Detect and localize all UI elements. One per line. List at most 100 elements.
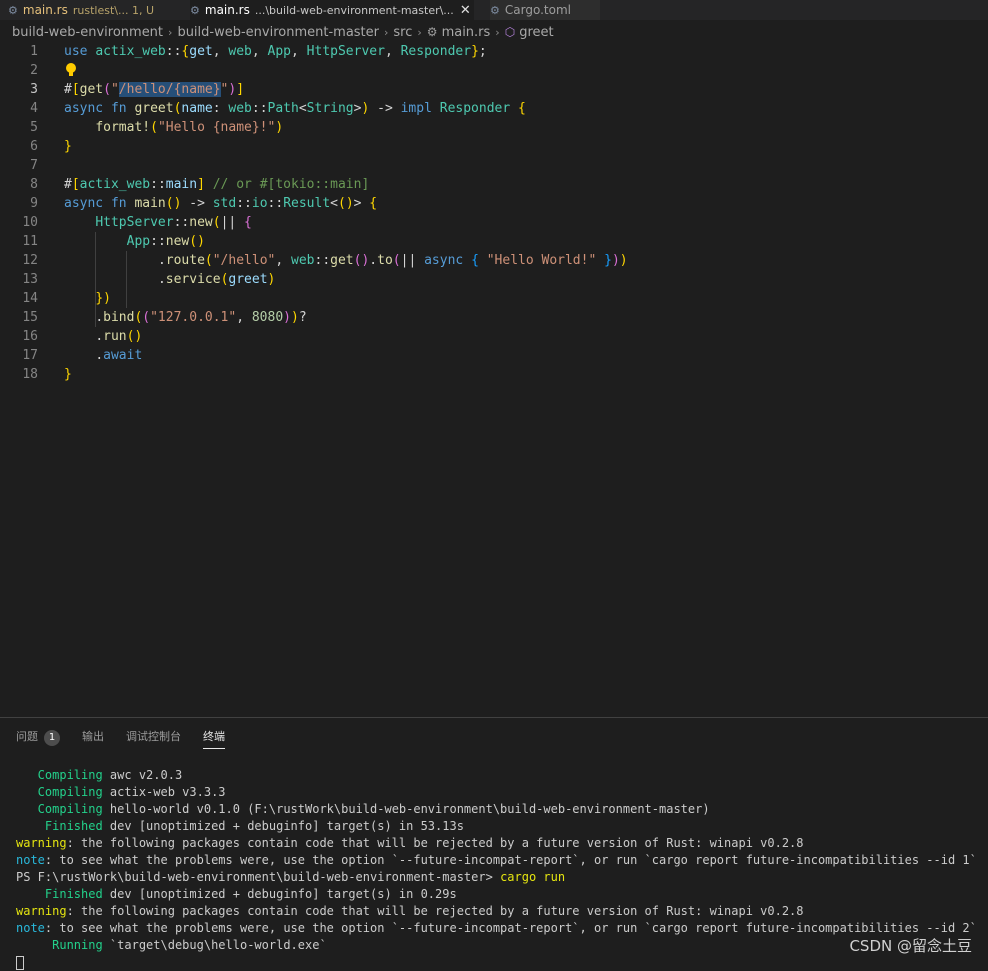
line-number: 16 (22, 329, 38, 344)
chevron-right-icon: › (384, 25, 389, 39)
terminal-line: Finished dev [unoptimized + debuginfo] t… (16, 818, 977, 835)
tab-detail: rustlest\... 1, U (72, 3, 155, 17)
tab-main-rs-active[interactable]: ⚙ main.rs ...\build-web-environment-mast… (190, 0, 474, 20)
terminal-line: Running `target\debug\hello-world.exe` (16, 937, 977, 954)
code-text: async fn main() -> std::io::Result<()> { (64, 196, 378, 211)
terminal-cursor-line[interactable] (16, 954, 977, 971)
terminal-text: hello-world v0.1.0 (F:\rustWork\build-we… (102, 802, 710, 816)
code-text: App::new() (126, 234, 205, 249)
code-line[interactable]: 13 .service(greet) (0, 270, 988, 289)
lightbulb-icon[interactable] (66, 63, 76, 76)
terminal-prefix: warning (16, 836, 67, 850)
terminal-line: Finished dev [unoptimized + debuginfo] t… (16, 886, 977, 903)
tab-cargo-toml[interactable]: ⚙ Cargo.toml (490, 0, 600, 20)
code-line[interactable]: 8 #[actix_web::main] // or #[tokio::main] (0, 175, 988, 194)
code-text: .route("/hello", web::get().to(|| async … (157, 253, 628, 268)
terminal-line: note: to see what the problems were, use… (16, 920, 977, 937)
terminal-text: cargo run (500, 870, 566, 884)
code-line[interactable]: 15 .bind(("127.0.0.1", 8080))? (0, 308, 988, 327)
tab-main-rs-rustlest[interactable]: ⚙ main.rs rustlest\... 1, U (8, 0, 158, 20)
tab-debug-console[interactable]: 调试控制台 (126, 728, 181, 746)
line-number: 17 (22, 348, 38, 363)
line-number: 9 (30, 196, 38, 211)
tab-label: Cargo.toml (504, 3, 571, 17)
code-text: use actix_web::{get, web, App, HttpServe… (64, 44, 487, 59)
chevron-right-icon: › (168, 25, 173, 39)
breadcrumb-item[interactable]: src (393, 25, 412, 40)
rust-icon: ⚙ (426, 25, 438, 39)
line-number: 18 (22, 367, 38, 382)
code-line[interactable]: 3 #[get("/hello/{name}")] (0, 80, 988, 99)
tab-output[interactable]: 输出 (82, 728, 104, 746)
breadcrumb-item[interactable]: main.rs (442, 25, 491, 40)
line-number: 10 (22, 215, 38, 230)
terminal-line: Compiling hello-world v0.1.0 (F:\rustWor… (16, 801, 977, 818)
tab-label: main.rs (22, 3, 68, 17)
breadcrumb-item[interactable]: build-web-environment (12, 25, 163, 40)
code-text: } (64, 139, 72, 154)
terminal-prefix: Compiling (16, 802, 103, 816)
line-number: 3 (30, 82, 38, 97)
tab-label: main.rs (204, 3, 250, 17)
terminal-text: awc v2.0.3 (102, 768, 183, 782)
terminal-output[interactable]: Compiling awc v2.0.3 Compiling actix-web… (16, 767, 977, 971)
terminal-line: warning: the following packages contain … (16, 903, 977, 920)
line-number: 15 (22, 310, 38, 325)
code-line[interactable]: 1 use actix_web::{get, web, App, HttpServ… (0, 42, 988, 61)
editor-tab-bar: ⚙ main.rs rustlest\... 1, U ⚙ main.rs ..… (0, 0, 988, 20)
line-number: 6 (30, 139, 38, 154)
code-line[interactable]: 17 .await (0, 346, 988, 365)
code-line[interactable]: 2 (0, 61, 988, 80)
line-number: 1 (30, 44, 38, 59)
tab-terminal[interactable]: 终端 (203, 728, 225, 749)
code-line[interactable]: 16 .run() (0, 327, 988, 346)
code-line[interactable]: 4 async fn greet(name: web::Path<String>)… (0, 99, 988, 118)
breadcrumb-item[interactable]: build-web-environment-master (177, 25, 379, 40)
tab-label: 终端 (203, 730, 225, 743)
terminal-prefix: warning (16, 904, 67, 918)
code-text: .run() (95, 329, 143, 344)
code-text: }) (95, 291, 111, 306)
code-text: .await (95, 348, 143, 363)
code-text: format!("Hello {name}!") (95, 120, 284, 135)
terminal-line: warning: the following packages contain … (16, 835, 977, 852)
tab-label: 输出 (82, 730, 104, 743)
close-icon[interactable]: ✕ (460, 3, 471, 18)
code-text: .service(greet) (157, 272, 276, 287)
code-line[interactable]: 6} (0, 137, 988, 156)
code-line[interactable]: 9 async fn main() -> std::io::Result<()> … (0, 194, 988, 213)
code-line[interactable]: 18} (0, 365, 988, 384)
line-number: 14 (22, 291, 38, 306)
code-text: } (64, 367, 72, 382)
code-line[interactable]: 12 .route("/hello", web::get().to(|| asy… (0, 251, 988, 270)
rust-icon: ⚙ (8, 3, 18, 17)
code-editor[interactable]: 1 use actix_web::{get, web, App, HttpServ… (0, 42, 988, 717)
rust-icon: ⚙ (190, 3, 200, 17)
chevron-right-icon: › (495, 25, 500, 39)
code-line[interactable]: 10 HttpServer::new(|| { (0, 213, 988, 232)
problems-count-badge: 1 (44, 730, 60, 746)
breadcrumb-item[interactable]: greet (519, 25, 553, 40)
line-number: 11 (22, 234, 38, 249)
code-line[interactable]: 11 App::new() (0, 232, 988, 251)
terminal-text: actix-web v3.3.3 (102, 785, 226, 799)
gear-icon: ⚙ (490, 3, 500, 17)
breadcrumb: build-web-environment › build-web-enviro… (12, 22, 554, 42)
tab-problems[interactable]: 问题 1 (16, 728, 60, 746)
line-number: 12 (22, 253, 38, 268)
chevron-right-icon: › (417, 25, 422, 39)
terminal-text: dev [unoptimized + debuginfo] target(s) … (102, 819, 464, 833)
code-line[interactable]: 14 }) (0, 289, 988, 308)
terminal-text: : the following packages contain code th… (66, 904, 804, 918)
terminal-prefix: Running (16, 938, 103, 952)
terminal-text: `target\debug\hello-world.exe` (102, 938, 327, 952)
code-text: #[actix_web::main] // or #[tokio::main] (64, 177, 370, 192)
terminal-text: dev [unoptimized + debuginfo] target(s) … (102, 887, 457, 901)
line-number: 8 (30, 177, 38, 192)
terminal-prefix: note (16, 853, 45, 867)
terminal-line: note: to see what the problems were, use… (16, 852, 977, 869)
terminal-line: PS F:\rustWork\build-web-environment\bui… (16, 869, 977, 886)
code-line[interactable]: 5 format!("Hello {name}!") (0, 118, 988, 137)
code-text: .bind(("127.0.0.1", 8080))? (95, 310, 307, 325)
code-line[interactable]: 7 (0, 156, 988, 175)
